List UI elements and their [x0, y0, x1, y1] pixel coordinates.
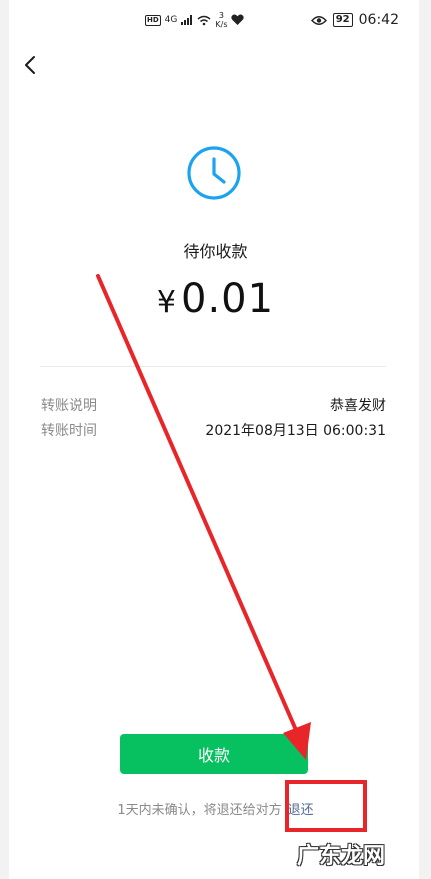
info-row-time: 转账时间 2021年08月13日 06:00:31 [41, 420, 386, 440]
status-bar: HD 4G 3 K/s 92 06:42 [0, 0, 431, 44]
watermark: 广东龙网 [297, 843, 386, 869]
receive-button[interactable]: 收款 [120, 734, 308, 774]
currency-symbol: ¥ [156, 285, 178, 320]
eye-icon [310, 15, 327, 25]
status-right-icons: 92 06:42 [310, 12, 399, 28]
info-label: 转账时间 [41, 423, 97, 439]
info-value: 恭喜发财 [330, 398, 386, 414]
highlight-box [285, 780, 367, 832]
clock-time: 06:42 [358, 12, 399, 28]
battery-indicator: 92 [332, 13, 353, 27]
status-left-icons: HD 4G 3 K/s [145, 11, 245, 29]
info-row-description: 转账说明 恭喜发财 [41, 395, 386, 415]
heart-icon [231, 14, 245, 25]
divider [40, 366, 386, 367]
network-label: 4G [164, 15, 178, 25]
status-title: 待你收款 [183, 242, 248, 261]
footer-note-text: 1天内未确认，将退还给对方 [117, 803, 282, 818]
signal-icon [181, 15, 193, 25]
amount-value: 0.01 [181, 276, 275, 322]
clock-icon [187, 146, 241, 200]
info-value: 2021年08月13日 06:00:31 [205, 423, 386, 439]
hd-icon: HD [145, 14, 161, 26]
back-chevron-icon[interactable] [20, 54, 42, 76]
info-label: 转账说明 [41, 398, 97, 414]
network-speed: 3 K/s [215, 11, 228, 29]
wifi-icon [197, 15, 211, 25]
amount-display: ¥0.01 [0, 276, 431, 322]
